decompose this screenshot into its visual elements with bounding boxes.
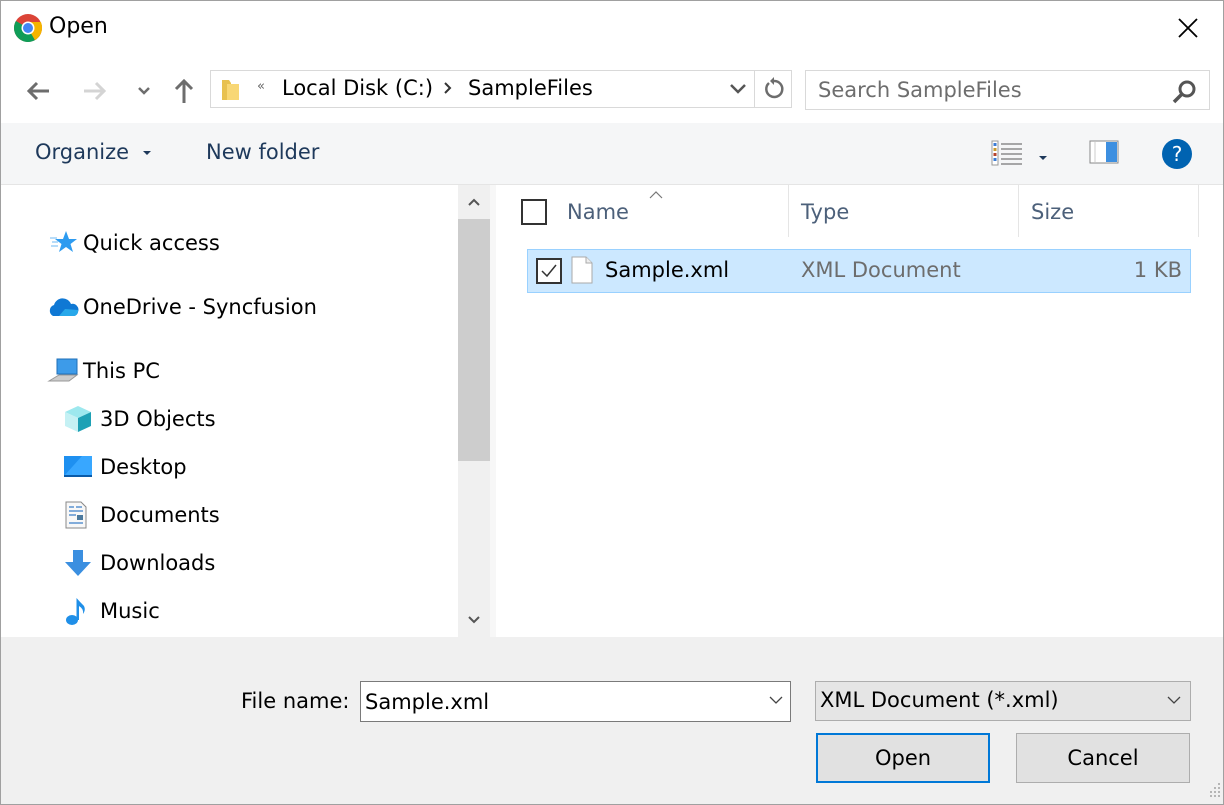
nav-item-onedrive[interactable]: OneDrive - Syncfusion [47, 289, 317, 325]
nav-item-desktop[interactable]: Desktop [64, 449, 187, 485]
command-bar: Organize New folder ? [1, 123, 1223, 185]
onedrive-cloud-icon [47, 296, 83, 318]
organize-label: Organize [35, 140, 130, 164]
scroll-down-button[interactable] [458, 603, 490, 637]
title-bar: Open [1, 1, 1223, 55]
dialog-footer: File name: XML Document (*.xml) Open Can… [1, 637, 1223, 804]
nav-item-quick-access[interactable]: Quick access [49, 225, 220, 261]
address-dropdown-button[interactable] [723, 71, 753, 107]
file-size: 1 KB [1133, 258, 1182, 282]
file-type: XML Document [801, 258, 961, 282]
column-size-label: Size [1031, 200, 1075, 224]
column-header-name[interactable]: Name [567, 185, 787, 239]
column-divider[interactable] [788, 185, 789, 237]
nav-item-label: Documents [100, 503, 220, 527]
checkmark-icon [541, 264, 557, 278]
view-options-dropdown[interactable] [1037, 147, 1049, 166]
svg-text:?: ? [1172, 142, 1183, 166]
breadcrumb-local-disk[interactable]: Local Disk (C:) [282, 76, 433, 100]
arrow-right-icon [84, 81, 107, 101]
nav-item-label: OneDrive - Syncfusion [83, 295, 317, 319]
search-input[interactable] [818, 77, 1158, 103]
nav-item-music[interactable]: Music [64, 593, 160, 629]
chevron-right-icon[interactable] [443, 80, 453, 100]
column-header-type[interactable]: Type [801, 185, 1016, 239]
refresh-icon [764, 77, 783, 99]
cancel-button[interactable]: Cancel [1016, 733, 1190, 783]
resize-grip-icon[interactable] [1209, 782, 1221, 802]
music-icon [64, 596, 100, 626]
navigation-bar: « Local Disk (C:) SampleFiles [1, 55, 1223, 123]
recent-locations-button[interactable] [124, 71, 164, 111]
nav-item-label: Quick access [83, 231, 220, 255]
3d-objects-icon [64, 405, 100, 433]
file-row[interactable]: Sample.xml XML Document 1 KB [527, 249, 1191, 293]
column-divider[interactable] [1018, 185, 1019, 237]
new-folder-button[interactable]: New folder [206, 140, 319, 164]
nav-item-label: Desktop [100, 455, 187, 479]
chevron-down-icon [1166, 692, 1182, 712]
address-bar[interactable]: « Local Disk (C:) SampleFiles [210, 70, 792, 108]
nav-item-label: Music [100, 599, 160, 623]
caret-down-icon [142, 151, 151, 155]
organize-button[interactable]: Organize [35, 140, 152, 164]
file-name-combobox[interactable] [360, 681, 791, 722]
row-checkbox[interactable] [536, 258, 562, 284]
file-type-filter-select[interactable]: XML Document (*.xml) [815, 681, 1191, 721]
preview-pane-icon[interactable] [1089, 140, 1119, 168]
open-button[interactable]: Open [816, 733, 990, 783]
file-type-filter-value: XML Document (*.xml) [820, 688, 1059, 712]
nav-item-documents[interactable]: Documents [64, 497, 220, 533]
file-icon [571, 256, 593, 288]
column-divider[interactable] [1198, 185, 1199, 237]
nav-item-label: Downloads [100, 551, 216, 575]
file-name-input[interactable] [365, 688, 755, 716]
open-file-dialog: Open « Local Disk (C:) SampleFiles Searc… [0, 0, 1224, 805]
search-icon[interactable] [1171, 79, 1197, 109]
scroll-up-button[interactable] [458, 185, 490, 219]
file-list: Name Type Size Sample.xml XML Document 1… [496, 185, 1223, 637]
chevron-down-icon [138, 87, 150, 95]
caret-down-icon [1039, 156, 1047, 160]
navigation-pane: Quick access OneDrive - Syncfusion This … [1, 185, 459, 637]
close-button[interactable] [1153, 1, 1223, 55]
desktop-icon [64, 456, 100, 478]
breadcrumb-samplefiles[interactable]: SampleFiles [468, 76, 593, 100]
arrow-up-icon [174, 78, 194, 103]
chevron-down-icon [730, 84, 746, 94]
nav-item-label: 3D Objects [100, 407, 216, 431]
select-all-checkbox[interactable] [521, 199, 547, 225]
address-overflow[interactable]: « [257, 79, 265, 94]
file-name-label: File name: [241, 689, 350, 713]
nav-item-label: This PC [83, 359, 160, 383]
chevron-up-icon [468, 198, 480, 206]
help-icon[interactable]: ? [1161, 138, 1193, 174]
documents-icon [64, 501, 100, 529]
nav-pane-scrollbar[interactable] [458, 185, 490, 637]
column-name-label: Name [567, 200, 629, 224]
chrome-icon [13, 13, 43, 43]
search-box[interactable] [805, 70, 1210, 110]
window-title: Open [49, 14, 108, 39]
nav-item-3d-objects[interactable]: 3D Objects [64, 401, 216, 437]
folder-icon [221, 78, 241, 106]
scrollbar-thumb[interactable] [458, 219, 490, 461]
quick-access-star-icon [49, 229, 83, 257]
nav-item-downloads[interactable]: Downloads [64, 545, 215, 581]
forward-button[interactable] [75, 71, 115, 111]
file-name: Sample.xml [605, 258, 730, 282]
chevron-down-icon[interactable] [768, 692, 784, 712]
arrow-left-icon [26, 81, 49, 101]
column-type-label: Type [801, 200, 850, 224]
nav-item-this-pc[interactable]: This PC [47, 353, 160, 389]
column-header-size[interactable]: Size [1031, 185, 1196, 239]
chevron-down-icon [468, 616, 480, 624]
downloads-icon [64, 549, 100, 577]
refresh-button[interactable] [754, 71, 792, 107]
close-icon [1178, 18, 1198, 38]
this-pc-icon [47, 357, 83, 385]
details-view-icon[interactable] [991, 140, 1023, 170]
back-button[interactable] [18, 71, 58, 111]
up-button[interactable] [164, 71, 204, 111]
